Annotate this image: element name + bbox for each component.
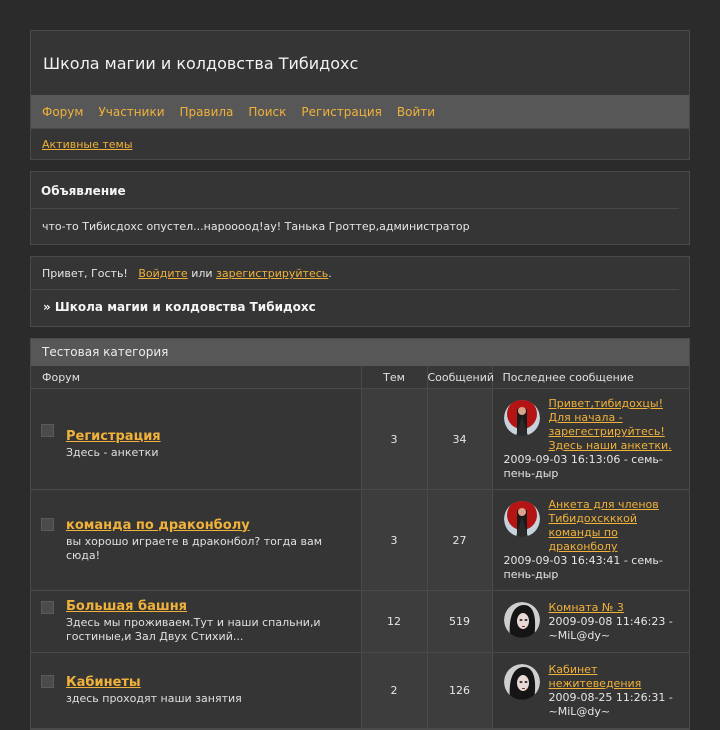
col-last-post: Последнее сообщение	[492, 366, 689, 389]
last-post-cell: Кабинет нежитеведения 2009-08-25 11:26:3…	[492, 652, 689, 729]
nav-search[interactable]: Поиск	[248, 105, 286, 119]
nav-members[interactable]: Участники	[98, 105, 164, 119]
announcement-title: Объявление	[31, 172, 679, 209]
site-title: Школа магии и колдовства Тибидохс	[43, 54, 359, 73]
last-post-meta: 2009-09-03 16:13:06 - семь-пень-дыр	[503, 453, 663, 480]
greeting-text: Привет, Гость!	[42, 267, 128, 280]
dark-girl-avatar-icon	[503, 601, 540, 638]
col-posts: Сообщений	[427, 366, 494, 389]
login-link[interactable]: Войдите	[138, 267, 187, 280]
active-topics-link[interactable]: Активные темы	[42, 138, 133, 151]
register-link[interactable]: зарегистрируйтесь	[216, 267, 328, 280]
nav-login[interactable]: Войти	[397, 105, 435, 119]
posts-count: 519	[427, 590, 493, 653]
forum-link-registration[interactable]: Регистрация	[66, 429, 351, 444]
red-girl-avatar-icon	[503, 501, 540, 537]
last-post-link[interactable]: Кабинет нежитеведения	[549, 663, 680, 691]
posts-count: 126	[427, 652, 493, 729]
col-forum: Форум	[31, 366, 362, 389]
last-post-cell: Анкета для членов Тибидохскккой команды …	[492, 489, 689, 591]
sub-nav: Активные темы	[31, 128, 689, 159]
last-post-meta: 2009-09-08 11:46:23 - ~MiL@dy~	[548, 614, 673, 642]
forum-description: Здесь мы проживаем.Тут и наши спальни,и …	[66, 616, 321, 643]
dark-girl-avatar-icon	[503, 663, 540, 700]
posts-count: 27	[427, 489, 493, 591]
site-header: Школа магии и колдовства Тибидохс Форум …	[30, 30, 690, 160]
posts-count: 34	[427, 388, 493, 490]
topics-count: 12	[361, 590, 428, 653]
breadcrumb: » Школа магии и колдовства Тибидохс	[43, 300, 316, 314]
forum-link-dragonball[interactable]: команда по драконболу	[66, 518, 351, 533]
last-post-cell: Комната № 3 2009-09-08 11:46:23 - ~MiL@d…	[492, 590, 689, 653]
topics-count: 2	[361, 652, 428, 729]
forum-status-icon	[41, 518, 54, 531]
table-row: команда по драконболу вы хорошо играете …	[31, 489, 689, 591]
forum-category: Тестовая категория Форум Тем Сообщений П…	[30, 338, 690, 730]
welcome-line: Привет, Гость! Войдите или зарегистрируй…	[31, 257, 679, 290]
nav-forum[interactable]: Форум	[42, 105, 83, 119]
main-nav: Форум Участники Правила Поиск Регистраци…	[31, 95, 689, 128]
forum-description: вы хорошо играете в драконбол? тогда вам…	[66, 534, 323, 562]
forum-status-icon	[41, 675, 54, 688]
forum-status-icon	[41, 601, 54, 614]
table-row: Кабинеты здесь проходят наши занятия 2 1…	[31, 652, 689, 729]
forum-cell: Регистрация Здесь - анкетки	[31, 388, 362, 490]
last-post-meta: 2009-09-03 16:43:41 - семь-пень-дыр	[503, 554, 663, 581]
last-post-link[interactable]: Анкета для членов Тибидохскккой команды …	[549, 498, 680, 554]
forum-status-icon	[41, 424, 54, 437]
announcement-text: что-то Тибисдохс опустел...нароооод!ау! …	[42, 220, 470, 233]
or-text: или	[191, 267, 213, 280]
nav-register[interactable]: Регистрация	[301, 105, 381, 119]
category-title: Тестовая категория	[31, 339, 689, 366]
table-row: Большая башня Здесь мы проживаем.Тут и н…	[31, 590, 689, 653]
nav-rules[interactable]: Правила	[180, 105, 234, 119]
topics-count: 3	[361, 489, 428, 591]
forum-cell: Большая башня Здесь мы проживаем.Тут и н…	[31, 590, 362, 653]
last-post-meta: 2009-08-25 11:26:31 - ~MiL@dy~	[548, 690, 673, 718]
period-text: .	[328, 267, 332, 280]
red-girl-avatar-icon	[503, 400, 540, 436]
welcome-box: Привет, Гость! Войдите или зарегистрируй…	[30, 256, 690, 327]
forum-link-big-tower[interactable]: Большая башня	[66, 599, 351, 614]
table-row: Регистрация Здесь - анкетки 3 34 Привет,…	[31, 388, 689, 490]
topics-count: 3	[361, 388, 428, 490]
forum-link-cabinets[interactable]: Кабинеты	[66, 675, 351, 690]
forum-cell: команда по драконболу вы хорошо играете …	[31, 489, 362, 591]
col-topics: Тем	[361, 366, 428, 389]
page: Школа магии и колдовства Тибидохс Форум …	[30, 30, 690, 730]
last-post-link[interactable]: Комната № 3	[549, 601, 680, 615]
forum-table: Форум Тем Сообщений Последнее сообщение …	[31, 366, 689, 729]
forum-description: Здесь - анкетки	[66, 445, 159, 459]
announcement-box: Объявление что-то Тибисдохс опустел...на…	[30, 171, 690, 245]
forum-description: здесь проходят наши занятия	[66, 692, 242, 705]
forum-cell: Кабинеты здесь проходят наши занятия	[31, 652, 362, 729]
last-post-link[interactable]: Привет,тибидохцы! Для начала - зарегестр…	[549, 397, 680, 453]
last-post-cell: Привет,тибидохцы! Для начала - зарегестр…	[492, 388, 689, 490]
